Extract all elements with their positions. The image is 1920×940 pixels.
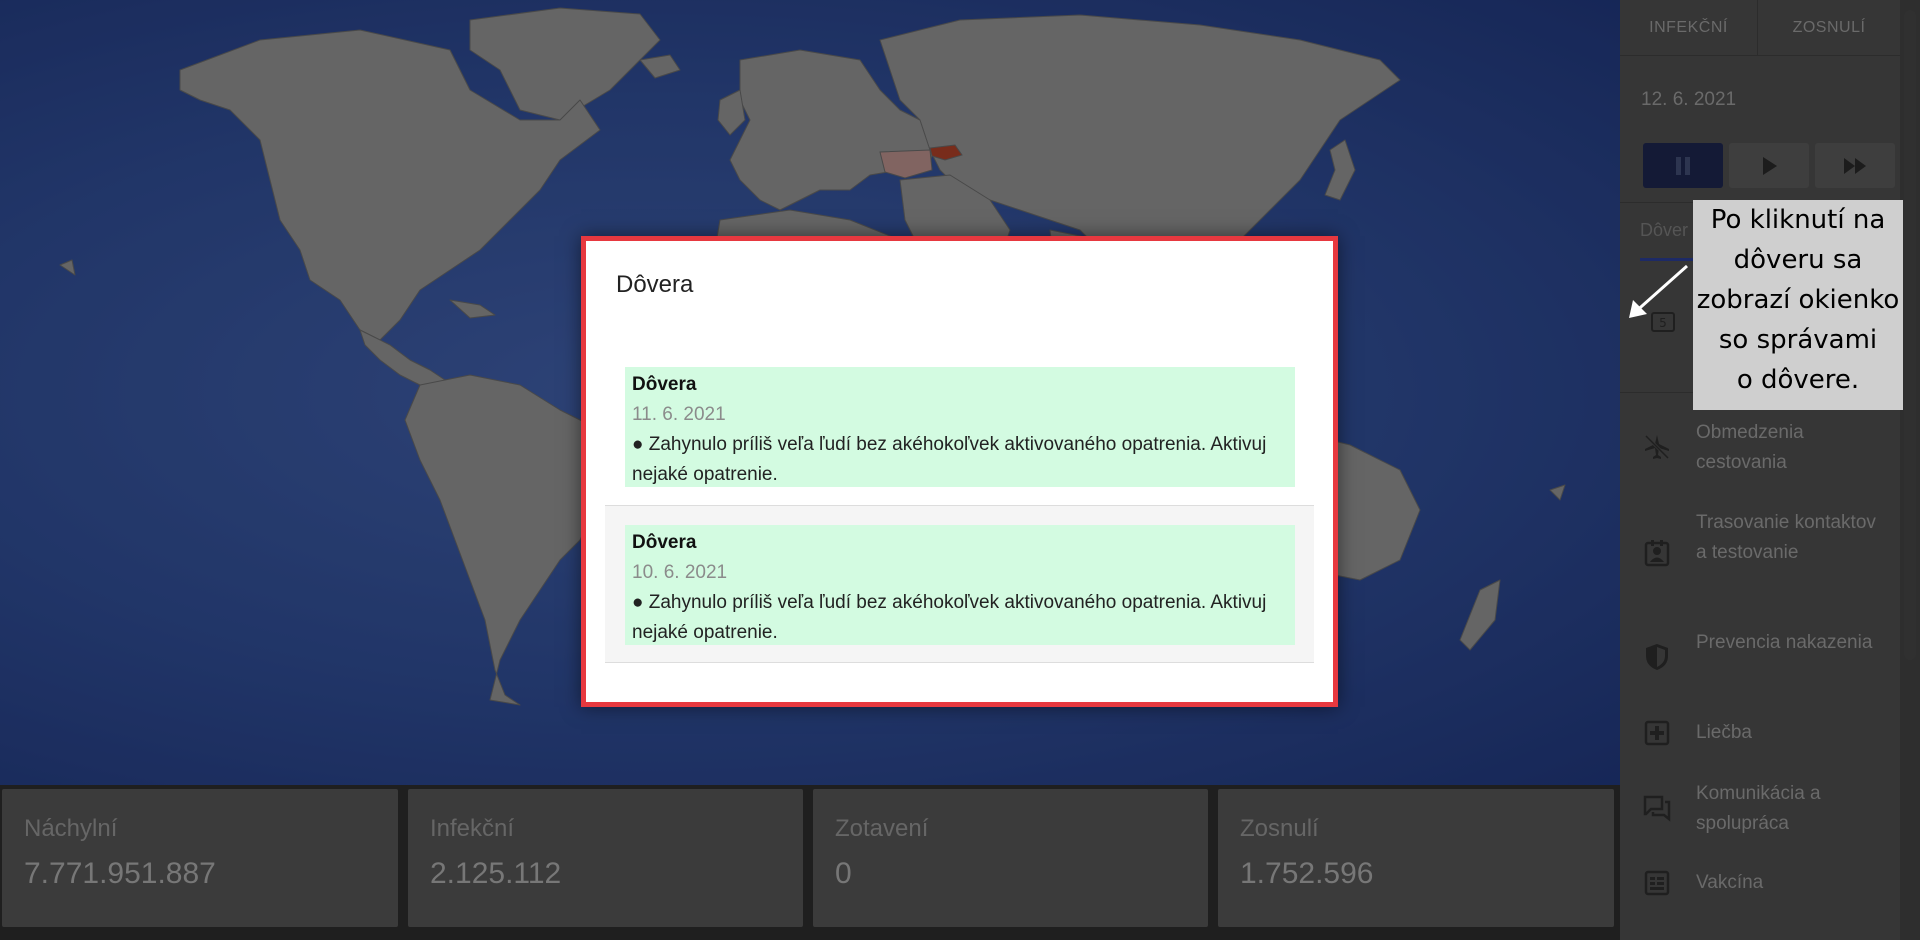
active-tab-indicator — [1640, 258, 1700, 261]
annotation-callout: Po kliknutí na dôveru sa zobrazí okienko… — [1693, 200, 1903, 410]
tab-deceased[interactable]: ZOSNULÍ — [1758, 0, 1900, 56]
callout-arrow-icon — [1625, 262, 1695, 327]
measure-label: Komunikácia a spolupráca — [1696, 783, 1821, 834]
scroll-thumb[interactable] — [1904, 10, 1916, 660]
measure-label: Prevencia nakazenia — [1696, 632, 1873, 653]
measure-label: Liečba — [1696, 722, 1752, 743]
stat-value: 1.752.596 — [1240, 857, 1374, 890]
message-item: Dôvera 11. 6. 2021 ● Zahynulo príliš veľ… — [605, 348, 1314, 506]
chart-tabs: INFEKČNÍ ZOSNULÍ — [1620, 0, 1900, 56]
stat-value: 0 — [835, 857, 852, 890]
message-item: Dôvera 10. 6. 2021 ● Zahynulo príliš veľ… — [605, 505, 1314, 663]
stat-value: 7.771.951.887 — [24, 857, 216, 890]
tab-infectious[interactable]: INFEKČNÍ — [1620, 0, 1758, 56]
play-icon — [1763, 156, 1777, 175]
measure-label: Trasovanie kontaktov a testovanie — [1696, 512, 1876, 563]
stats-bar: Náchylní 7.771.951.887 Infekční 2.125.11… — [0, 785, 1620, 940]
current-date: 12. 6. 2021 — [1641, 89, 1737, 110]
stat-label: Zotavení — [835, 815, 929, 842]
sidebar-scrollbar[interactable] — [1900, 0, 1920, 940]
stat-deceased: Zosnulí 1.752.596 — [1218, 789, 1614, 927]
message-card: Dôvera 10. 6. 2021 ● Zahynulo príliš veľ… — [625, 525, 1295, 645]
callout-line: dôveru sa — [1733, 245, 1863, 275]
callout-line: zobrazí okienko — [1696, 285, 1900, 315]
callout-line: so správami — [1718, 325, 1878, 355]
message-text: ● Zahynulo príliš veľa ľudí bez akéhokoľ… — [632, 592, 1267, 643]
vaccine-icon — [1644, 870, 1670, 896]
airplane-off-icon — [1644, 434, 1670, 460]
message-date: 10. 6. 2021 — [632, 562, 728, 583]
medical-plus-icon — [1644, 720, 1670, 746]
stat-label: Infekční — [430, 815, 515, 842]
message-title: Dôvera — [632, 374, 697, 395]
fast-forward-icon — [1844, 157, 1866, 174]
callout-line: Po kliknutí na — [1710, 205, 1886, 235]
fast-forward-button[interactable] — [1815, 143, 1895, 188]
dialog-title: Dôvera — [616, 271, 694, 298]
measure-label: Obmedzenia cestovania — [1696, 422, 1804, 473]
stat-recovered: Zotavení 0 — [813, 789, 1208, 927]
message-title: Dôvera — [632, 532, 697, 553]
message-card: Dôvera 11. 6. 2021 ● Zahynulo príliš veľ… — [625, 367, 1295, 487]
pause-icon — [1676, 156, 1690, 175]
stat-label: Náchylní — [24, 815, 118, 842]
trust-tab[interactable]: Dôver — [1640, 220, 1688, 241]
stat-value: 2.125.112 — [430, 857, 562, 890]
measure-label: Vakcína — [1696, 872, 1764, 893]
chat-icon — [1643, 795, 1671, 822]
trust-dialog: Dôvera Dôvera 11. 6. 2021 ● Zahynulo prí… — [581, 236, 1338, 707]
pause-button[interactable] — [1643, 143, 1723, 188]
callout-line: o dôvere. — [1736, 365, 1860, 395]
play-button[interactable] — [1729, 143, 1809, 188]
message-date: 11. 6. 2021 — [632, 404, 726, 425]
stat-susceptible: Náchylní 7.771.951.887 — [2, 789, 398, 927]
sidebar: INFEKČNÍ ZOSNULÍ 12. 6. 2021 Dôver 5 Obm… — [1620, 0, 1920, 940]
contact-card-icon — [1644, 540, 1670, 567]
shield-icon — [1646, 644, 1668, 670]
stat-label: Zosnulí — [1240, 815, 1319, 842]
message-text: ● Zahynulo príliš veľa ľudí bez akéhokoľ… — [632, 434, 1267, 485]
stat-infectious: Infekční 2.125.112 — [408, 789, 803, 927]
